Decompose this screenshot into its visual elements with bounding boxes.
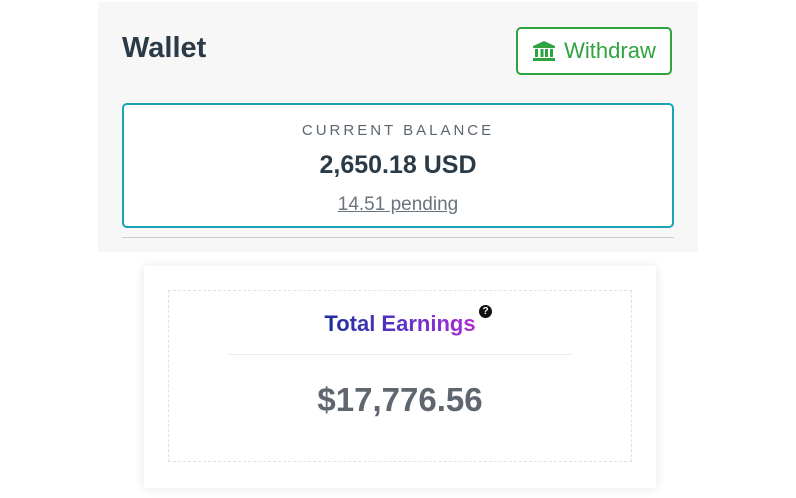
- earnings-title: Total Earnings: [169, 311, 631, 337]
- balance-card: CURRENT BALANCE 2,650.18 USD 14.51 pendi…: [122, 103, 674, 228]
- earnings-title-text: Total Earnings: [324, 311, 476, 336]
- earnings-inner-box: Total Earnings ? $17,776.56: [168, 290, 632, 462]
- pending-link[interactable]: 14.51 pending: [338, 194, 458, 216]
- earnings-value: $17,776.56: [317, 381, 483, 418]
- bank-icon: [532, 40, 556, 62]
- wallet-title: Wallet: [122, 32, 207, 64]
- withdraw-button[interactable]: Withdraw: [516, 27, 672, 75]
- divider: [227, 354, 573, 355]
- wallet-panel: Wallet Withdraw CURRENT BALANCE 2,650.18…: [98, 2, 698, 252]
- divider: [122, 237, 674, 238]
- earnings-card: Total Earnings ? $17,776.56: [144, 266, 656, 488]
- question-circle-icon[interactable]: ?: [479, 305, 492, 318]
- balance-amount: 2,650.18 USD: [319, 151, 477, 179]
- withdraw-label: Withdraw: [564, 38, 656, 63]
- balance-label: CURRENT BALANCE: [301, 122, 495, 139]
